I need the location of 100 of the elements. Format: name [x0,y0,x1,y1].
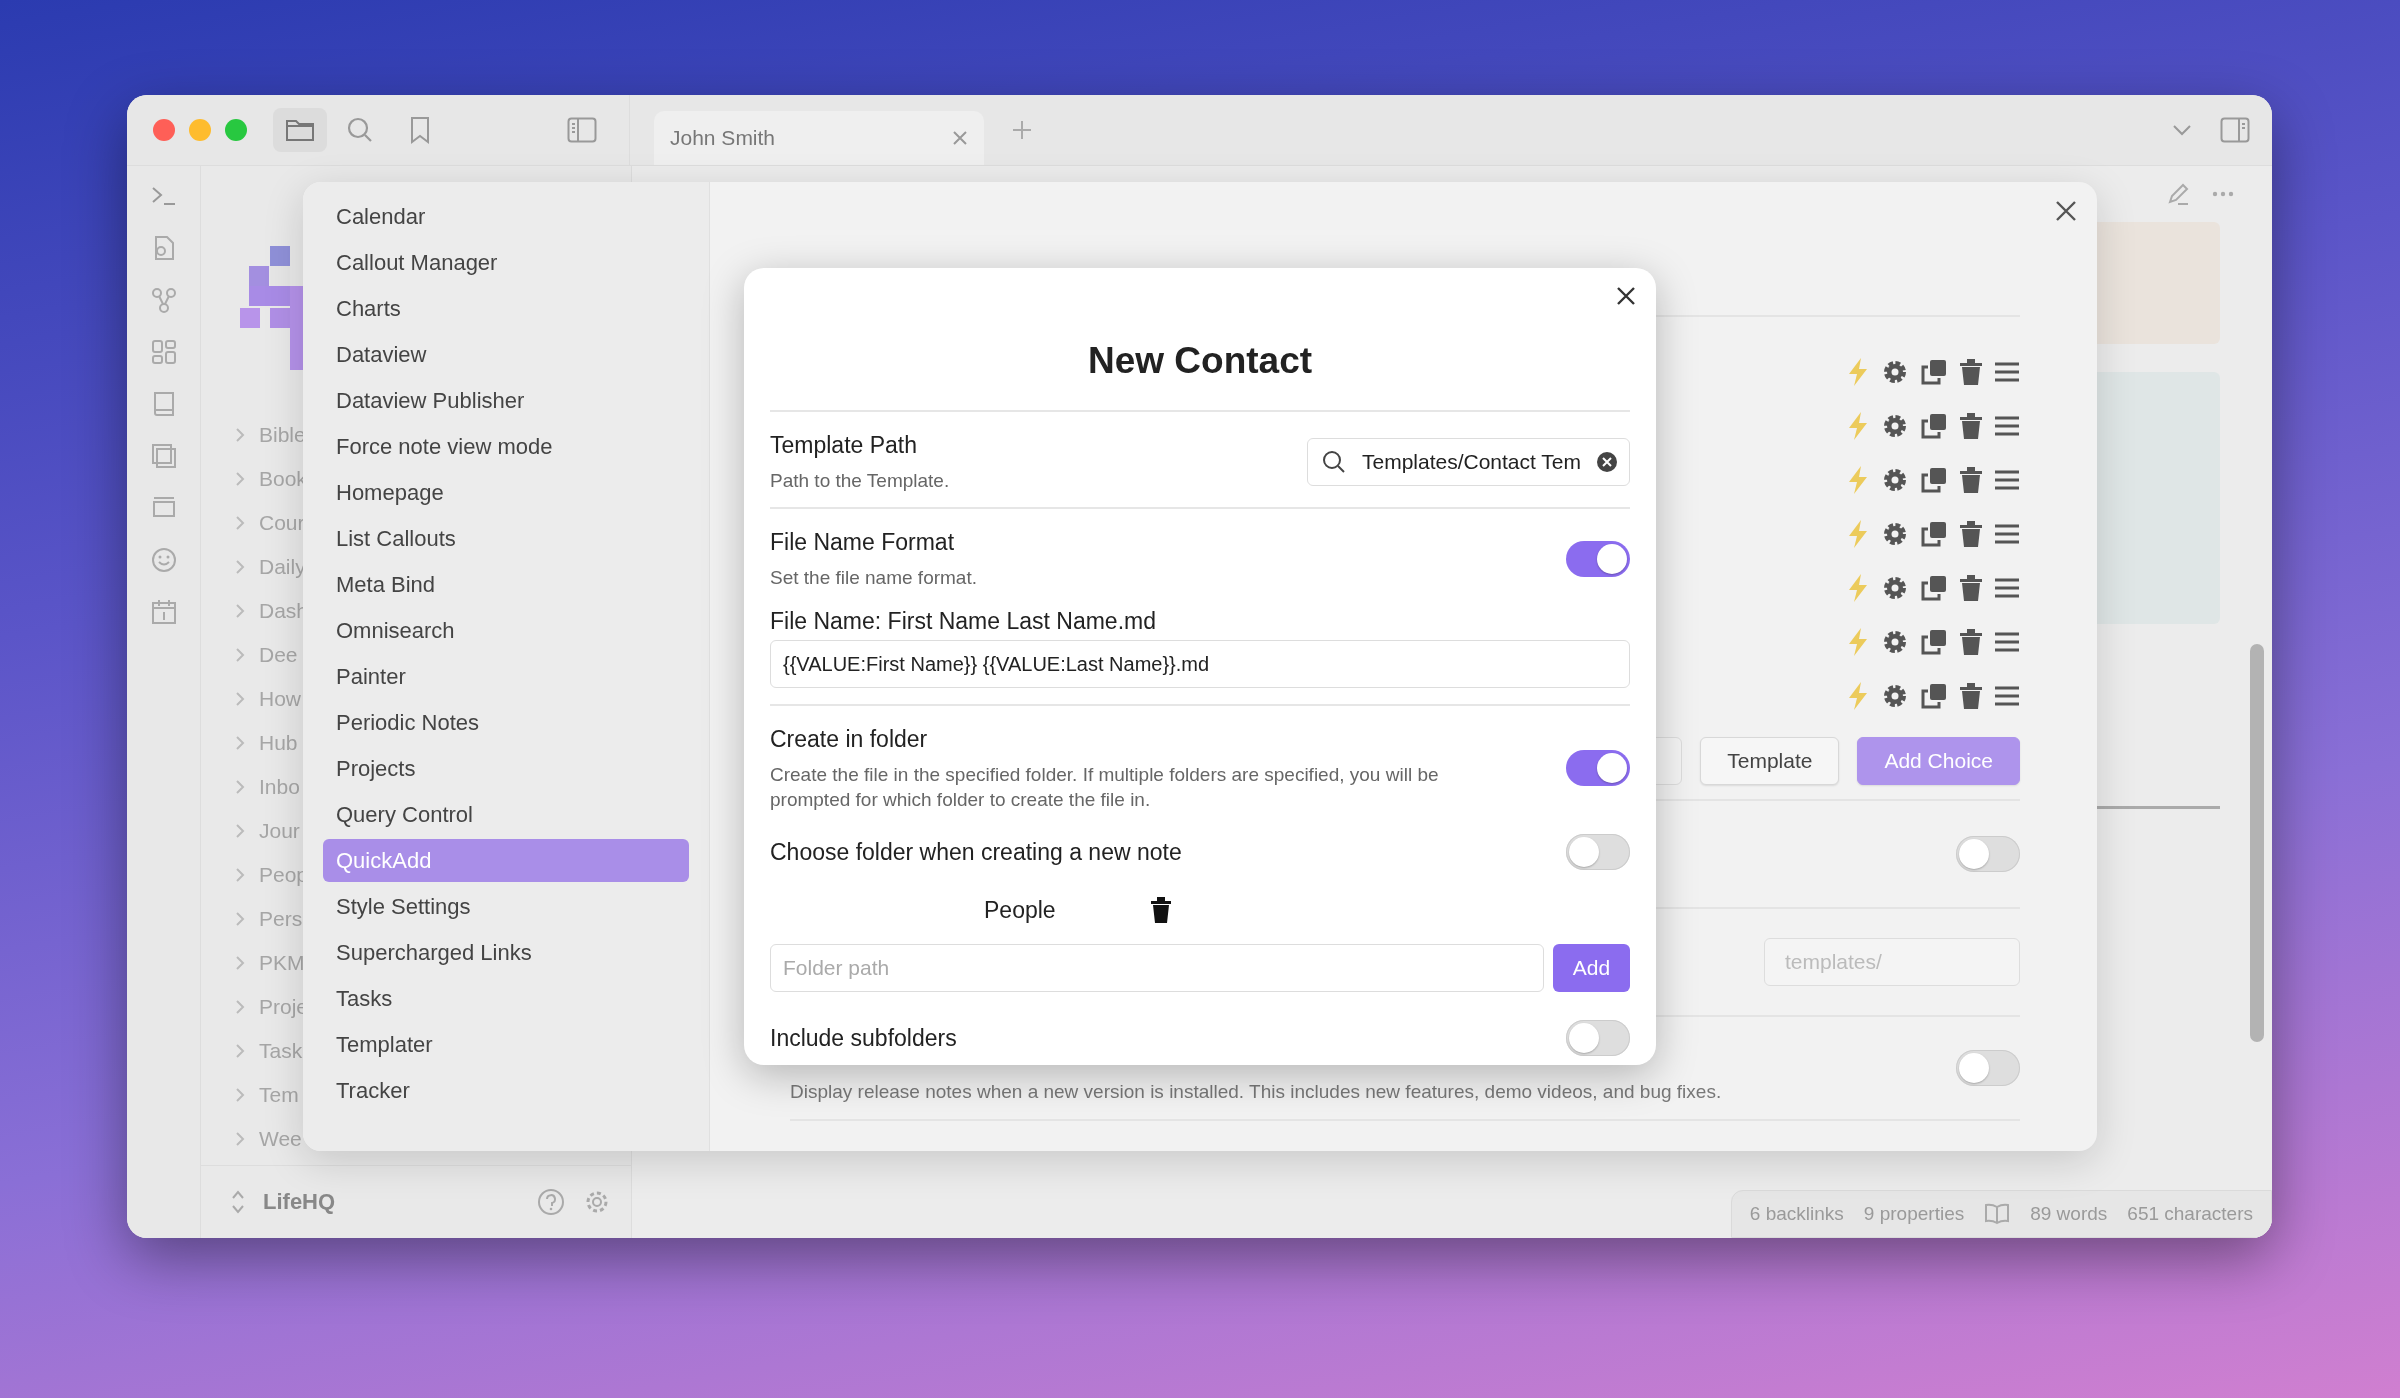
toggle-switch[interactable] [1956,836,2020,872]
settings-nav-item[interactable]: Omnisearch [323,608,689,654]
folder-path-field[interactable]: Folder path [770,944,1544,992]
trash-icon[interactable] [1149,897,1172,923]
lightning-icon[interactable] [1846,465,1870,495]
minimize-window-button[interactable] [189,119,211,141]
duplicate-icon[interactable] [1920,682,1948,710]
chevron-down-icon[interactable] [2172,124,2192,136]
lightning-icon[interactable] [1846,573,1870,603]
chevron-right-icon[interactable] [235,471,245,487]
settings-icon[interactable] [1881,682,1909,710]
chevron-right-icon[interactable] [235,867,245,883]
settings-nav-item[interactable]: Supercharged Links [323,930,689,976]
settings-nav-item[interactable]: Calendar [323,194,689,240]
drag-handle-icon[interactable] [1994,523,2020,545]
edit-icon[interactable] [2166,182,2190,206]
scrollbar[interactable] [2250,644,2264,1042]
trash-icon[interactable] [1959,466,1983,494]
chevron-right-icon[interactable] [235,999,245,1015]
settings-nav-item[interactable]: Meta Bind [323,562,689,608]
settings-nav-item[interactable]: Painter [323,654,689,700]
settings-nav-item[interactable]: Charts [323,286,689,332]
toggle-switch[interactable] [1566,540,1630,577]
lightning-icon[interactable] [1846,627,1870,657]
duplicate-icon[interactable] [1920,358,1948,386]
settings-nav-item[interactable]: Templater [323,1022,689,1068]
clear-icon[interactable] [1597,451,1617,472]
help-icon[interactable] [537,1188,565,1216]
smiley-icon[interactable] [149,546,178,574]
settings-nav-item[interactable]: List Callouts [323,516,689,562]
settings-nav-item[interactable]: Homepage [323,470,689,516]
chevron-right-icon[interactable] [235,515,245,531]
lightning-icon[interactable] [1846,357,1870,387]
settings-nav-item[interactable]: Projects [323,746,689,792]
graph-icon[interactable] [149,286,178,314]
toggle-switch[interactable] [1956,1050,2020,1086]
drag-handle-icon[interactable] [1994,361,2020,383]
lightning-icon[interactable] [1846,411,1870,441]
settings-nav-item[interactable]: Query Control [323,792,689,838]
settings-icon[interactable] [1881,358,1909,386]
chevron-right-icon[interactable] [235,955,245,971]
settings-nav-item[interactable]: Dataview [323,332,689,378]
folder-icon[interactable] [273,108,327,152]
chevron-right-icon[interactable] [235,559,245,575]
settings-nav-item[interactable]: Tracker [323,1068,689,1114]
close-icon[interactable] [1616,286,1636,306]
template-button[interactable]: Template [1700,737,1840,785]
note-tab[interactable]: John Smith [654,111,984,165]
settings-nav-item[interactable]: Force note view mode [323,424,689,470]
close-icon[interactable] [2055,200,2077,222]
chevron-right-icon[interactable] [235,691,245,707]
duplicate-icon[interactable] [1920,628,1948,656]
close-window-button[interactable] [153,119,175,141]
duplicate-icon[interactable] [1920,466,1948,494]
trash-icon[interactable] [1959,358,1983,386]
trash-icon[interactable] [1959,682,1983,710]
lightning-icon[interactable] [1846,681,1870,711]
drag-handle-icon[interactable] [1994,631,2020,653]
settings-icon[interactable] [1881,520,1909,548]
more-options-icon[interactable] [2212,191,2234,197]
trash-icon[interactable] [1959,628,1983,656]
chevron-right-icon[interactable] [235,735,245,751]
chevron-right-icon[interactable] [235,823,245,839]
trash-icon[interactable] [1959,574,1983,602]
lightning-icon[interactable] [1846,519,1870,549]
book-icon[interactable] [1984,1202,2011,1226]
settings-nav-item[interactable]: Callout Manager [323,240,689,286]
file-name-field[interactable]: {{VALUE:First Name}} {{VALUE:Last Name}}.md [770,640,1630,688]
chevron-right-icon[interactable] [235,779,245,795]
chevron-right-icon[interactable] [235,1131,245,1147]
settings-nav-item[interactable]: Dataview Publisher [323,378,689,424]
calendar-icon[interactable] [149,598,178,626]
settings-nav-item[interactable]: Periodic Notes [323,700,689,746]
add-button[interactable]: Add [1553,944,1630,992]
zoom-window-button[interactable] [225,119,247,141]
sidebar-toggle-icon[interactable] [2220,117,2250,143]
layers-icon[interactable] [149,442,178,470]
duplicate-icon[interactable] [1920,574,1948,602]
chevron-right-icon[interactable] [235,1043,245,1059]
chevron-right-icon[interactable] [235,427,245,443]
settings-nav-item[interactable]: Style Settings [323,884,689,930]
switch-vault-icon[interactable] [231,1189,245,1215]
new-tab-icon[interactable] [1012,120,1032,140]
toggle-switch[interactable] [1566,750,1630,786]
chevron-right-icon[interactable] [235,647,245,663]
chevron-right-icon[interactable] [235,1087,245,1103]
chevron-right-icon[interactable] [235,911,245,927]
drag-handle-icon[interactable] [1994,577,2020,599]
trash-icon[interactable] [1959,412,1983,440]
grid-icon[interactable] [149,338,178,366]
settings-icon[interactable] [1881,628,1909,656]
search-field[interactable]: Templates/Contact Tem [1306,437,1630,486]
toggle-switch[interactable] [1566,1020,1630,1056]
duplicate-icon[interactable] [1920,412,1948,440]
settings-icon[interactable] [1881,466,1909,494]
settings-icon[interactable] [1881,412,1909,440]
trash-icon[interactable] [1959,520,1983,548]
drag-handle-icon[interactable] [1994,415,2020,437]
settings-icon[interactable] [1881,574,1909,602]
drag-handle-icon[interactable] [1994,685,2020,707]
